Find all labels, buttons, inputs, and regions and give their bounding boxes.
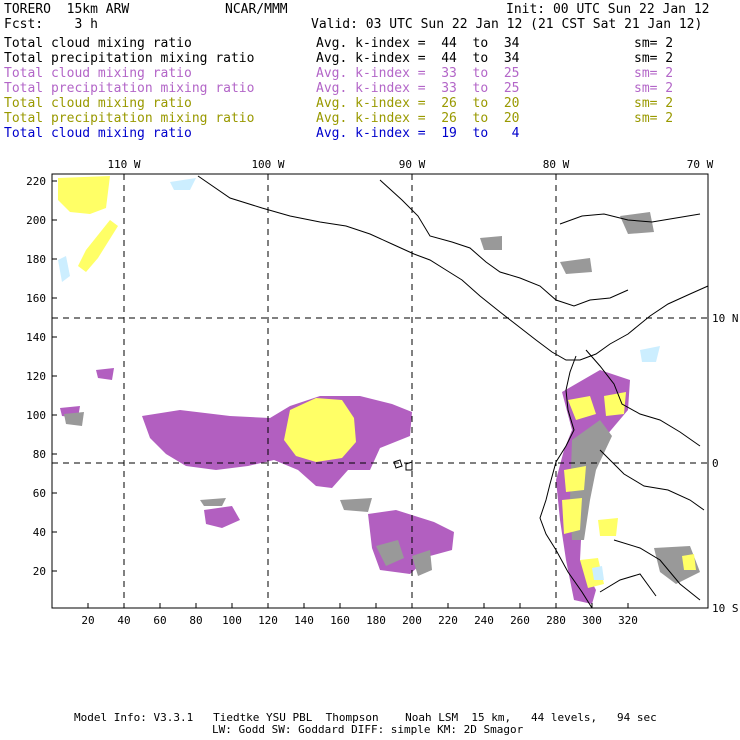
x-tick-label: 300 bbox=[582, 614, 602, 627]
x-tick-label: 40 bbox=[117, 614, 130, 627]
lightblue-cloud-nw bbox=[58, 256, 70, 282]
y-tick-label: 40 bbox=[33, 526, 46, 539]
gray-cloud-ne bbox=[620, 212, 654, 234]
coast-sa-interior bbox=[599, 449, 705, 511]
y-tick-label: 60 bbox=[33, 487, 46, 500]
gray-cloud-ne3 bbox=[480, 236, 502, 250]
yellow-cloud-nw-streak bbox=[78, 220, 118, 272]
coast-mexico bbox=[197, 175, 709, 361]
x-tick-label: 280 bbox=[546, 614, 566, 627]
x-tick-label: 120 bbox=[258, 614, 278, 627]
coast-peru-bolivia bbox=[599, 573, 657, 597]
lon-label: 70 W bbox=[687, 158, 714, 171]
yellow-cloud-andes-3 bbox=[564, 466, 586, 492]
x-tick-label: 160 bbox=[330, 614, 350, 627]
y-tick-label: 80 bbox=[33, 448, 46, 461]
x-tick-label: 200 bbox=[402, 614, 422, 627]
y-tick-label: 180 bbox=[26, 253, 46, 266]
x-tick-label: 220 bbox=[438, 614, 458, 627]
x-tick-label: 140 bbox=[294, 614, 314, 627]
lightblue-cloud-andes bbox=[592, 566, 604, 580]
gray-cloud-ne2 bbox=[560, 258, 592, 274]
x-tick-label: 180 bbox=[366, 614, 386, 627]
model-info-line2: LW: Godd SW: Goddard DIFF: simple KM: 2D… bbox=[212, 723, 524, 736]
coast-galapagos bbox=[393, 459, 413, 471]
lon-label: 110 W bbox=[107, 158, 140, 171]
purple-cloud-small bbox=[204, 506, 240, 528]
cloud-shading-layer bbox=[58, 176, 700, 604]
x-tick-label: 320 bbox=[618, 614, 638, 627]
x-tick-label: 20 bbox=[81, 614, 94, 627]
yellow-cloud-andes-4 bbox=[562, 498, 582, 534]
x-tick-label: 100 bbox=[222, 614, 242, 627]
lon-label: 80 W bbox=[543, 158, 570, 171]
purple-cloud-south bbox=[368, 510, 454, 574]
purple-cloud-band bbox=[142, 396, 412, 488]
lat-label: 10 S bbox=[712, 602, 739, 615]
yellow-cloud-se bbox=[682, 554, 696, 570]
yellow-cloud-nw bbox=[58, 176, 110, 214]
lon-label: 100 W bbox=[251, 158, 284, 171]
coast-yucatan bbox=[379, 179, 629, 307]
weather-map: 110 W 100 W 90 W 80 W 70 W 10 N 0 10 S 220 200 180… bbox=[26, 158, 739, 627]
y-tick-label: 200 bbox=[26, 214, 46, 227]
y-tick-label: 20 bbox=[33, 565, 46, 578]
gray-cloud-2 bbox=[340, 498, 372, 512]
purple-cloud-left bbox=[96, 368, 114, 380]
y-tick-label: 160 bbox=[26, 292, 46, 305]
lightblue-cloud-e bbox=[640, 346, 660, 362]
x-tick-label: 240 bbox=[474, 614, 494, 627]
y-tick-label: 140 bbox=[26, 331, 46, 344]
coastlines bbox=[197, 175, 709, 609]
lightblue-cloud-nw2 bbox=[170, 178, 196, 190]
gray-cloud-3 bbox=[200, 498, 226, 506]
lat-label: 0 bbox=[712, 457, 719, 470]
x-tick-label: 260 bbox=[510, 614, 530, 627]
gray-cloud-1 bbox=[64, 412, 84, 426]
y-tick-label: 120 bbox=[26, 370, 46, 383]
y-tick-label: 100 bbox=[26, 409, 46, 422]
y-tick-label: 220 bbox=[26, 175, 46, 188]
lat-label: 10 N bbox=[712, 312, 739, 325]
yellow-cloud-andes-5 bbox=[598, 518, 618, 536]
x-tick-label: 80 bbox=[189, 614, 202, 627]
x-tick-label: 60 bbox=[153, 614, 166, 627]
lon-label: 90 W bbox=[399, 158, 426, 171]
